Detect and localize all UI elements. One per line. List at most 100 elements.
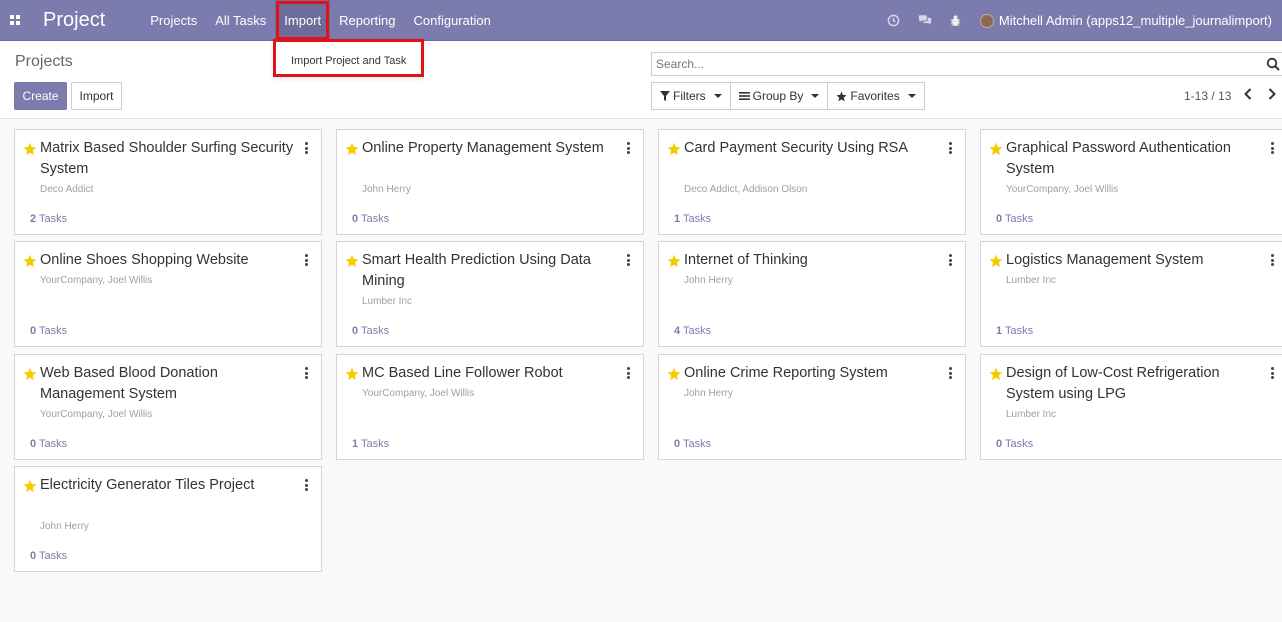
user-menu[interactable]: Mitchell Admin (apps12_multiple_journali… bbox=[979, 13, 1282, 28]
task-label: Tasks bbox=[360, 325, 390, 337]
star-icon[interactable] bbox=[667, 254, 681, 268]
top-navbar: Project Projects All Tasks Import Report… bbox=[0, 0, 1282, 41]
project-name: Online Shoes Shopping Website bbox=[40, 252, 249, 268]
menu-reporting[interactable]: Reporting bbox=[330, 0, 404, 41]
star-icon[interactable] bbox=[989, 254, 1003, 268]
groupby-button[interactable]: Group By bbox=[729, 82, 829, 110]
project-card[interactable]: Smart Health Prediction Using Data Minin… bbox=[336, 241, 644, 347]
caret-down-icon bbox=[811, 94, 820, 98]
star-icon[interactable] bbox=[345, 142, 359, 156]
menu-all-tasks[interactable]: All Tasks bbox=[206, 0, 275, 41]
kebab-menu-icon[interactable] bbox=[627, 254, 631, 266]
chat-icon[interactable] bbox=[918, 14, 932, 28]
star-icon[interactable] bbox=[345, 367, 359, 381]
bug-icon[interactable] bbox=[949, 14, 963, 28]
project-card[interactable]: Matrix Based Shoulder Surfing Security S… bbox=[14, 129, 322, 235]
clock-icon[interactable] bbox=[887, 14, 901, 28]
project-card[interactable]: MC Based Line Follower Robot YourCompany,… bbox=[336, 354, 644, 460]
kebab-menu-icon[interactable] bbox=[305, 254, 309, 266]
kebab-menu-icon[interactable] bbox=[305, 479, 309, 491]
breadcrumb: Projects bbox=[15, 53, 73, 70]
task-count-link[interactable]: 0 Tasks bbox=[674, 438, 711, 450]
project-card[interactable]: Online Property Management System John He… bbox=[336, 129, 644, 235]
star-icon[interactable] bbox=[667, 367, 681, 381]
caret-down-icon bbox=[713, 94, 722, 98]
star-icon[interactable] bbox=[23, 367, 37, 381]
project-name: Design of Low-Cost Refrigeration System … bbox=[1006, 365, 1220, 402]
project-name: Logistics Management System bbox=[1006, 252, 1204, 268]
app-title: Project bbox=[43, 8, 106, 31]
kebab-menu-icon[interactable] bbox=[949, 367, 953, 379]
project-card[interactable]: Online Shoes Shopping Website YourCompany… bbox=[14, 241, 322, 347]
chevron-left-icon[interactable] bbox=[1242, 87, 1254, 101]
task-count-link[interactable]: 4 Tasks bbox=[674, 325, 711, 337]
task-count-link[interactable]: 0 Tasks bbox=[996, 213, 1033, 225]
project-name: Graphical Password Authentication System bbox=[1006, 140, 1231, 177]
star-icon[interactable] bbox=[23, 254, 37, 268]
chevron-right-icon[interactable] bbox=[1266, 87, 1278, 101]
project-card[interactable]: Card Payment Security Using RSA Deco Addi… bbox=[658, 129, 966, 235]
apps-grid-icon[interactable] bbox=[0, 0, 30, 41]
kebab-menu-icon[interactable] bbox=[1271, 367, 1275, 379]
task-label: Tasks bbox=[1004, 438, 1034, 450]
task-count-link[interactable]: 0 Tasks bbox=[30, 325, 67, 337]
menu-projects[interactable]: Projects bbox=[141, 0, 206, 41]
favorites-button[interactable]: Favorites bbox=[827, 82, 925, 110]
star-icon bbox=[836, 90, 847, 102]
task-count: 2 bbox=[30, 213, 37, 225]
create-button[interactable]: Create bbox=[14, 82, 67, 110]
kebab-menu-icon[interactable] bbox=[1271, 254, 1275, 266]
project-partner: John Herry bbox=[684, 388, 733, 399]
project-card[interactable]: Internet of Thinking John Herry 4 Tasks bbox=[658, 241, 966, 347]
star-icon[interactable] bbox=[989, 142, 1003, 156]
project-name: Internet of Thinking bbox=[684, 252, 808, 268]
task-count-link[interactable]: 1 Tasks bbox=[674, 213, 711, 225]
kebab-menu-icon[interactable] bbox=[627, 367, 631, 379]
search-input[interactable] bbox=[652, 53, 1252, 75]
kebab-menu-icon[interactable] bbox=[1271, 142, 1275, 154]
star-icon[interactable] bbox=[23, 479, 37, 493]
systray: Mitchell Admin (apps12_multiple_journali… bbox=[887, 0, 1282, 41]
star-icon[interactable] bbox=[345, 254, 359, 268]
project-partner: Deco Addict, Addison Olson bbox=[684, 184, 808, 195]
star-icon[interactable] bbox=[23, 142, 37, 156]
pager-value[interactable]: 1-13 / 13 bbox=[1184, 89, 1231, 103]
task-count-link[interactable]: 0 Tasks bbox=[30, 438, 67, 450]
task-count-link[interactable]: 1 Tasks bbox=[996, 325, 1033, 337]
star-icon[interactable] bbox=[667, 142, 681, 156]
menu-configuration[interactable]: Configuration bbox=[405, 0, 500, 41]
task-count-link[interactable]: 0 Tasks bbox=[352, 325, 389, 337]
project-partner: John Herry bbox=[684, 275, 733, 286]
project-card[interactable]: Web Based Blood Donation Management Syst… bbox=[14, 354, 322, 460]
import-button[interactable]: Import bbox=[71, 82, 122, 110]
project-card[interactable]: Online Crime Reporting System John Herry 0… bbox=[658, 354, 966, 460]
task-count-link[interactable]: 0 Tasks bbox=[996, 438, 1033, 450]
project-card[interactable]: Design of Low-Cost Refrigeration System … bbox=[980, 354, 1282, 460]
task-count: 0 bbox=[996, 213, 1003, 225]
task-count: 4 bbox=[674, 325, 681, 337]
kebab-menu-icon[interactable] bbox=[305, 142, 309, 154]
kebab-menu-icon[interactable] bbox=[949, 254, 953, 266]
project-card[interactable]: Electricity Generator Tiles Project John … bbox=[14, 466, 322, 572]
project-card[interactable]: Logistics Management System Lumber Inc 1 T… bbox=[980, 241, 1282, 347]
task-label: Tasks bbox=[360, 438, 390, 450]
task-count-link[interactable]: 0 Tasks bbox=[30, 550, 67, 562]
favorites-label: Favorites bbox=[850, 89, 900, 103]
search-icon[interactable] bbox=[1266, 57, 1280, 71]
task-count: 0 bbox=[352, 325, 359, 337]
kebab-menu-icon[interactable] bbox=[305, 367, 309, 379]
import-project-and-task-item[interactable]: Import Project and Task bbox=[276, 42, 421, 80]
task-count-link[interactable]: 0 Tasks bbox=[352, 213, 389, 225]
kebab-menu-icon[interactable] bbox=[627, 142, 631, 154]
filter-icon bbox=[660, 91, 670, 101]
project-name: Web Based Blood Donation Management Syst… bbox=[40, 365, 218, 402]
star-icon[interactable] bbox=[989, 367, 1003, 381]
filters-button[interactable]: Filters bbox=[651, 82, 731, 110]
task-count-link[interactable]: 1 Tasks bbox=[352, 438, 389, 450]
project-name: MC Based Line Follower Robot bbox=[362, 365, 563, 381]
task-count-link[interactable]: 2 Tasks bbox=[30, 213, 67, 225]
kebab-menu-icon[interactable] bbox=[949, 142, 953, 154]
user-name: Mitchell Admin (apps12_multiple_journali… bbox=[998, 13, 1272, 28]
project-card[interactable]: Graphical Password Authentication System… bbox=[980, 129, 1282, 235]
menu-import[interactable]: Import bbox=[275, 0, 331, 41]
